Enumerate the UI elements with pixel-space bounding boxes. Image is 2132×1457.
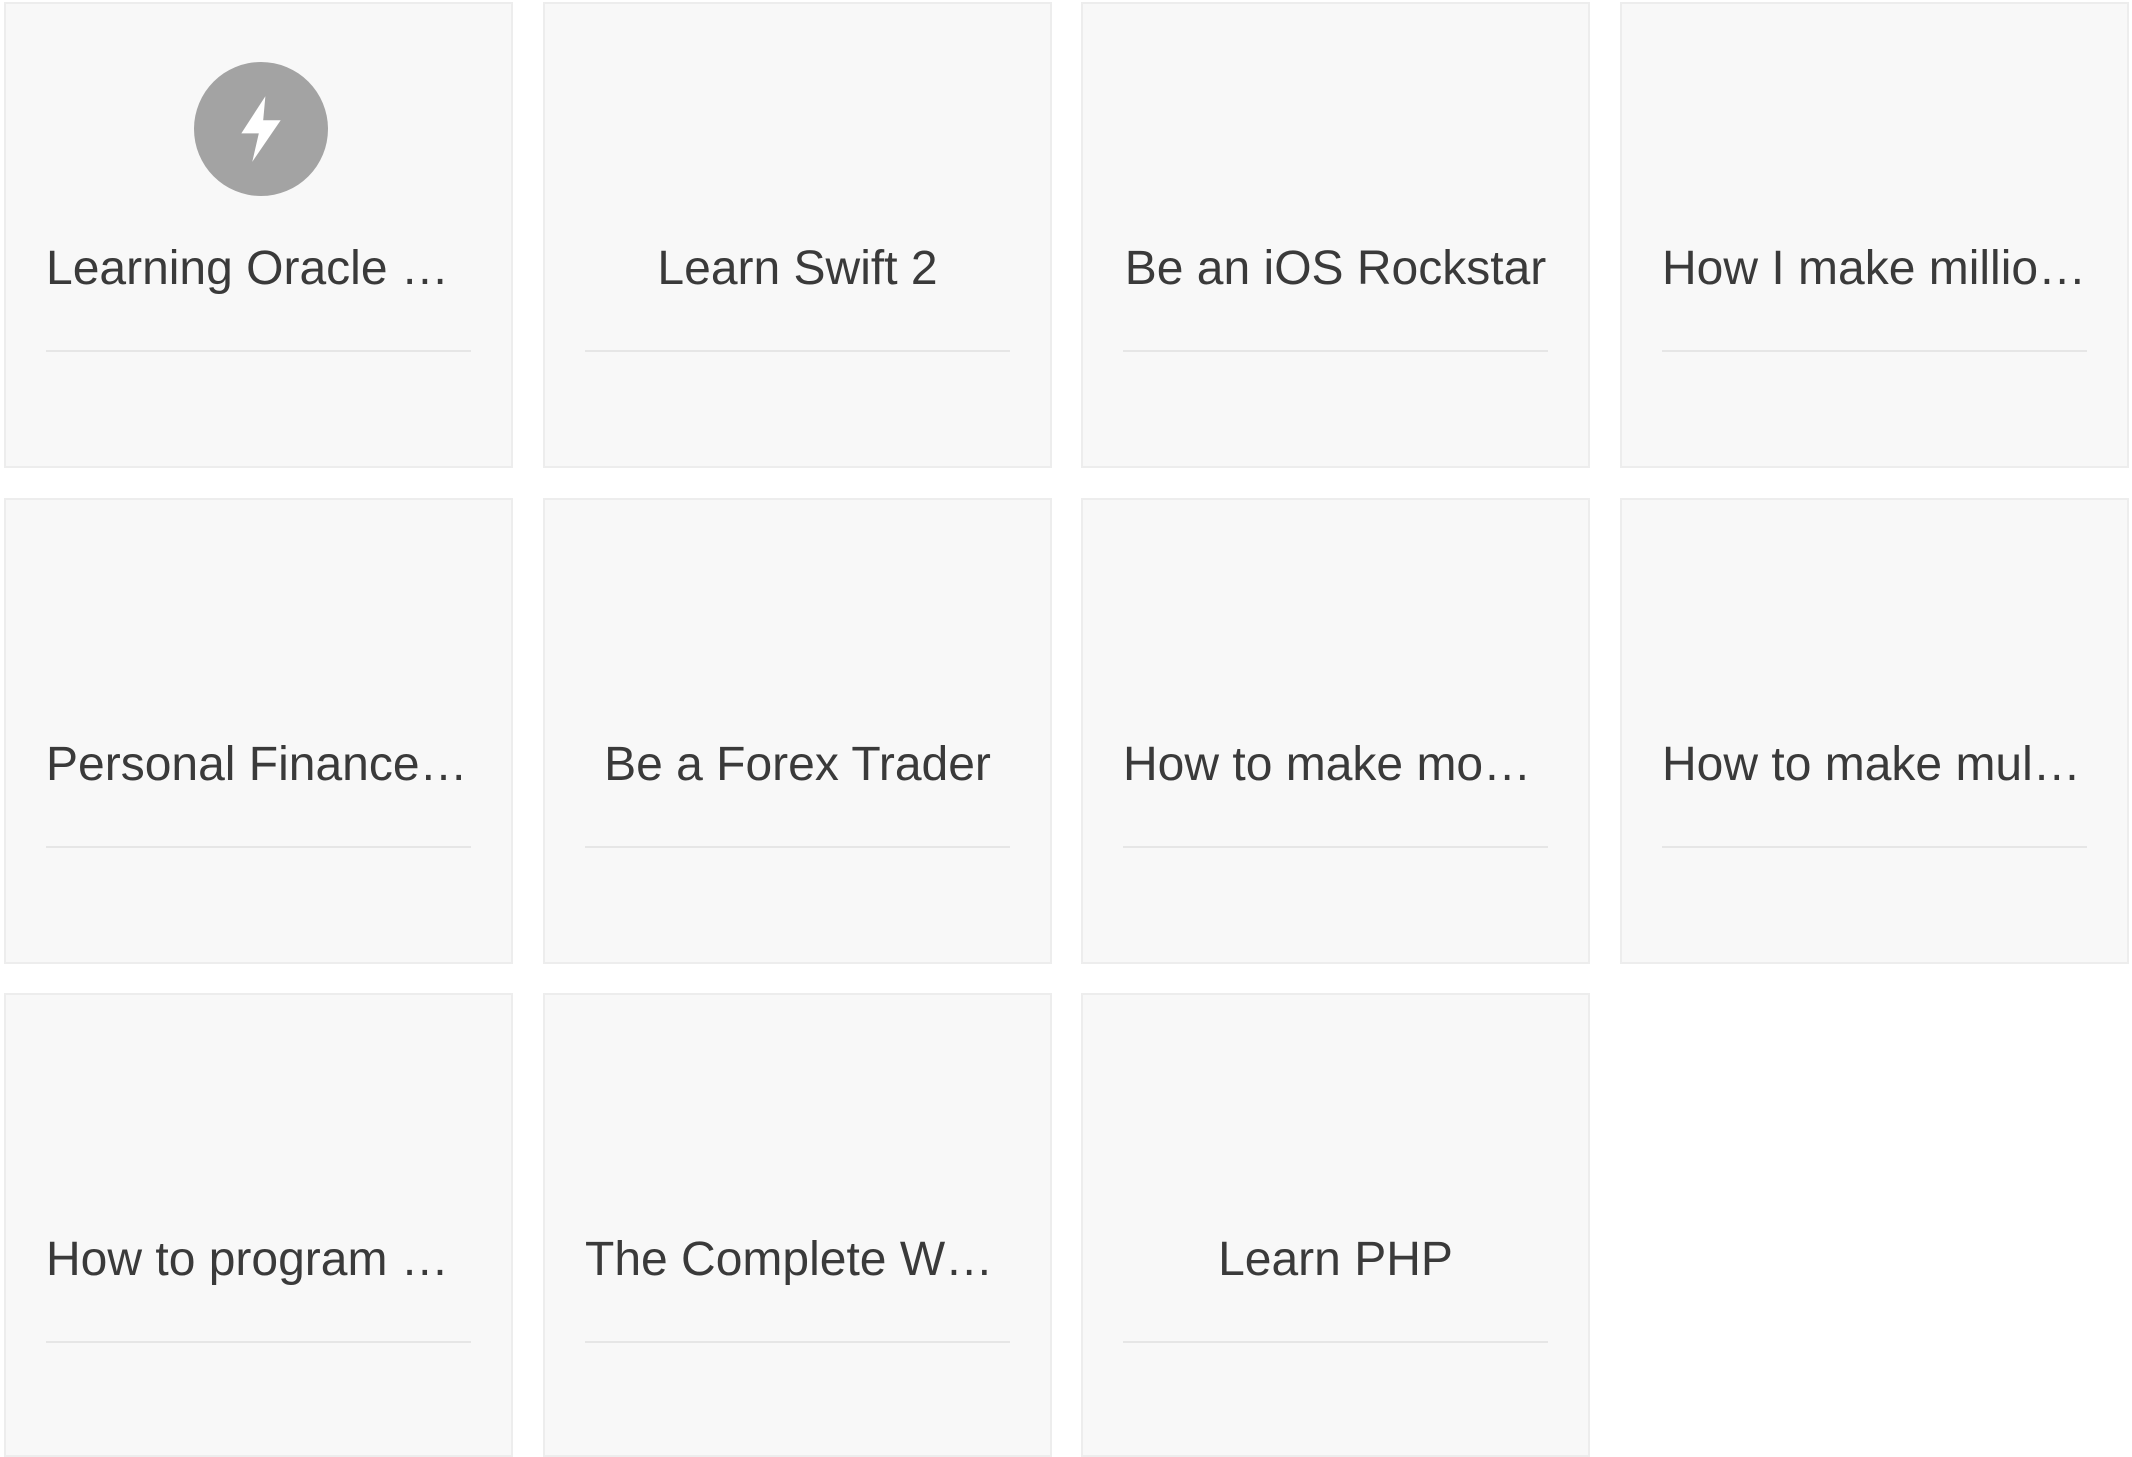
course-card[interactable]: How to make mul… xyxy=(1620,498,2129,964)
course-card[interactable]: The Complete W… xyxy=(543,993,1052,1457)
divider xyxy=(585,1341,1010,1343)
divider xyxy=(46,350,471,352)
course-title: Be a Forex Trader xyxy=(604,738,991,791)
divider xyxy=(585,350,1010,352)
course-card[interactable]: Be an iOS Rockstar xyxy=(1081,2,1590,468)
course-title: The Complete W… xyxy=(585,1233,994,1286)
course-title: Learn PHP xyxy=(1218,1233,1453,1286)
divider xyxy=(1123,846,1548,848)
divider xyxy=(1123,1341,1548,1343)
course-card[interactable]: How to program … xyxy=(4,993,513,1457)
course-title: How to make mul… xyxy=(1662,738,2081,791)
course-title: Learn Swift 2 xyxy=(657,242,938,295)
course-card[interactable]: Personal Finance… xyxy=(4,498,513,964)
course-grid: Learning Oracle … Learn Swift 2 Be an iO… xyxy=(0,0,2132,1457)
divider xyxy=(46,846,471,848)
course-title: Personal Finance… xyxy=(46,738,468,791)
course-card[interactable]: How I make millio… xyxy=(1620,2,2129,468)
course-card[interactable]: Learn Swift 2 xyxy=(543,2,1052,468)
course-title: Learning Oracle … xyxy=(46,242,449,295)
divider xyxy=(1123,350,1548,352)
course-title: How I make millio… xyxy=(1662,242,2087,295)
lightning-bolt-icon xyxy=(194,62,328,196)
course-card[interactable]: Learn PHP xyxy=(1081,993,1590,1457)
divider xyxy=(46,1341,471,1343)
divider xyxy=(1662,350,2087,352)
course-title: Be an iOS Rockstar xyxy=(1124,242,1547,295)
divider xyxy=(585,846,1010,848)
course-card[interactable]: Learning Oracle … xyxy=(4,2,513,468)
course-title: How to make mo… xyxy=(1123,738,1532,791)
course-card[interactable]: How to make mo… xyxy=(1081,498,1590,964)
divider xyxy=(1662,846,2087,848)
course-card[interactable]: Be a Forex Trader xyxy=(543,498,1052,964)
course-title: How to program … xyxy=(46,1233,449,1286)
